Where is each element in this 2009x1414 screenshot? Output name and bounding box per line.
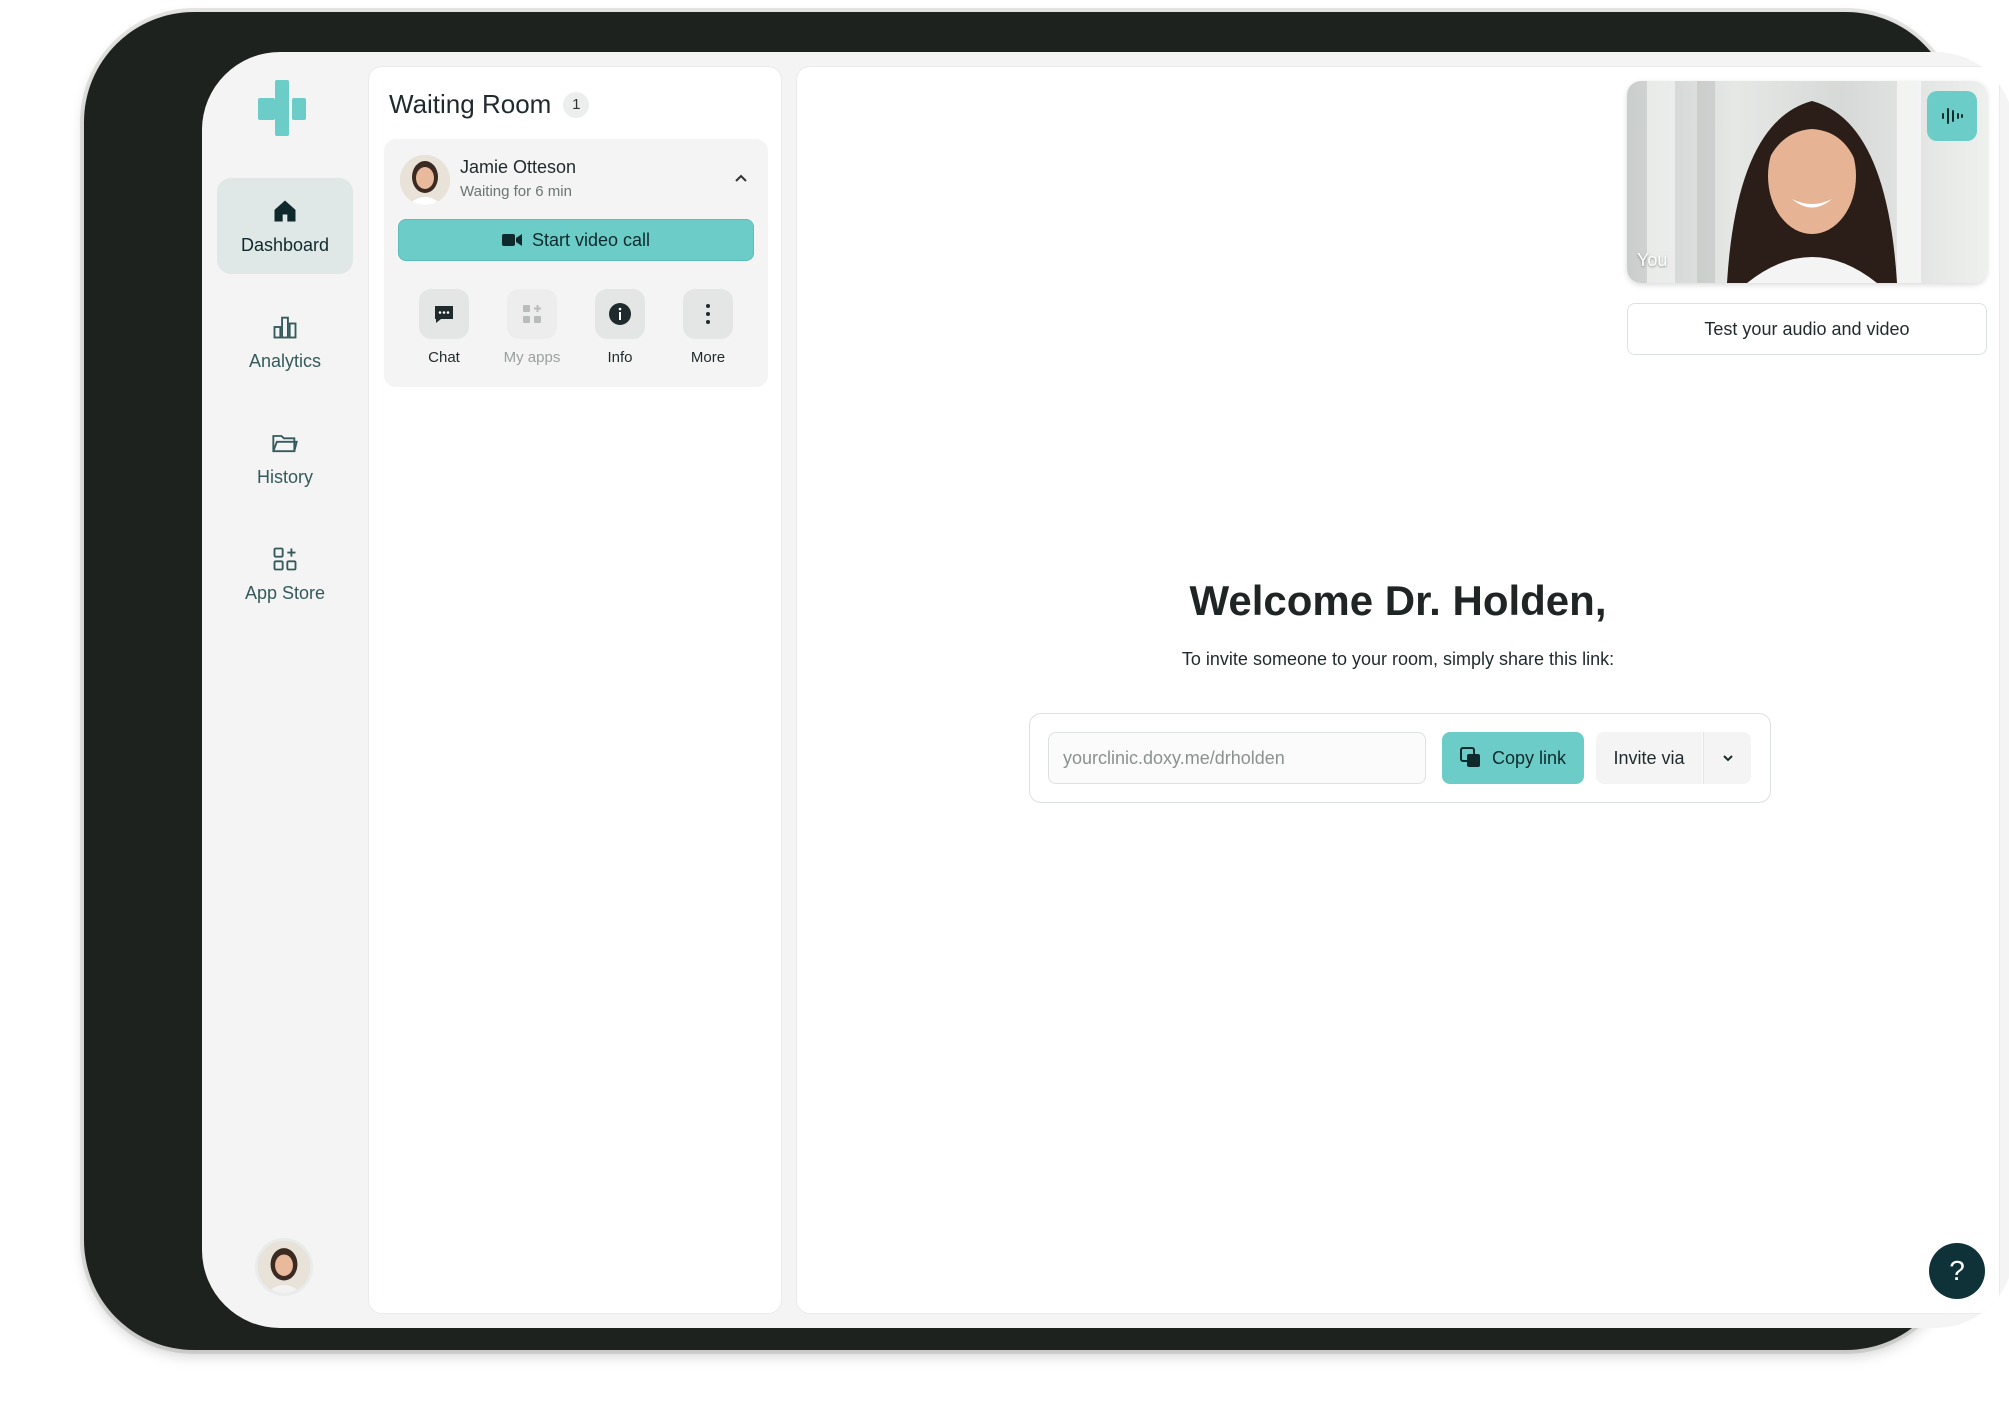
invite-instructions: To invite someone to your room, simply s… [1181,649,1615,669]
copy-link-label: Copy link [1491,747,1567,768]
test-audio-video-button[interactable]: Test your audio and video [1627,303,1987,355]
app-screen: Dashboard Analytics History App Store Wa… [202,52,2009,1328]
sidebar-item-label: App Store [244,582,326,603]
my-apps-action[interactable]: My apps [492,289,572,366]
sidebar: Dashboard Analytics History App Store [202,52,364,1328]
patient-name: Jamie Otteson [460,157,577,177]
my-apps-action-label: My apps [503,349,561,366]
patient-portrait-icon [400,155,450,205]
welcome-heading: Welcome Dr. Holden, [1189,577,1607,624]
info-action-label: Info [607,349,633,366]
home-icon [274,200,296,221]
chat-action-label: Chat [428,349,460,366]
chat-action-tile [419,289,469,339]
info-icon [609,303,631,325]
sidebar-item-history[interactable]: History [217,410,353,506]
sidebar-item-label: Dashboard [240,234,330,255]
start-video-call-label: Start video call [531,229,651,250]
waiting-room-header: Waiting Room 1 [389,89,590,120]
chevron-down-icon [1722,755,1733,762]
patient-avatar [400,155,450,205]
more-action-label: More [690,349,726,366]
patient-actions: Chat My apps Info More [384,289,768,366]
invite-via-button[interactable]: Invite via [1596,732,1702,784]
bar-chart-icon [273,316,297,338]
sidebar-item-dashboard[interactable]: Dashboard [217,178,353,274]
self-video-preview: You [1627,81,1987,283]
audio-wave-icon [1942,108,1963,124]
copy-link-button[interactable]: Copy link [1442,732,1584,784]
apps-plus-icon [273,547,297,570]
room-link-input[interactable] [1048,732,1426,784]
avatar[interactable] [255,1238,313,1296]
invite-link-box: Copy link Invite via [1029,713,1771,803]
info-action-tile [595,289,645,339]
chevron-up-icon[interactable] [732,169,750,187]
copy-icon [1459,747,1480,767]
tablet-frame: Dashboard Analytics History App Store Wa… [84,12,2009,1350]
sidebar-item-analytics[interactable]: Analytics [217,294,353,390]
chat-icon [435,306,453,323]
chat-action[interactable]: Chat [404,289,484,366]
main-panel: You Test your audio and video Welcome Dr… [796,66,2000,1314]
audio-level-button[interactable] [1927,91,1977,141]
more-action[interactable]: More [668,289,748,366]
waiting-room-panel: Waiting Room 1 Jamie Otteson Waiting for… [368,66,782,1314]
help-button[interactable]: ? [1929,1243,1985,1299]
waiting-room-title: Waiting Room [389,89,552,119]
sidebar-item-app-store[interactable]: App Store [217,526,353,622]
folder-icon [272,434,298,452]
sidebar-item-label: History [256,466,313,487]
waiting-count-badge: 1 [563,91,590,118]
my-apps-action-tile [507,289,557,339]
self-video-label: You [1637,250,1668,270]
info-action[interactable]: Info [580,289,660,366]
more-action-tile [683,289,733,339]
apps-icon [523,305,541,323]
patient-wait-status: Waiting for 6 min [460,183,572,200]
user-portrait-icon [258,1241,310,1293]
sidebar-item-label: Analytics [248,350,322,371]
video-camera-icon [501,234,522,246]
start-video-call-button[interactable]: Start video call [398,219,754,261]
patient-card: Jamie Otteson Waiting for 6 min Start vi… [384,139,768,387]
doxy-logo-icon [258,80,306,136]
invite-via-dropdown[interactable] [1703,732,1751,784]
more-vertical-icon [706,304,710,324]
